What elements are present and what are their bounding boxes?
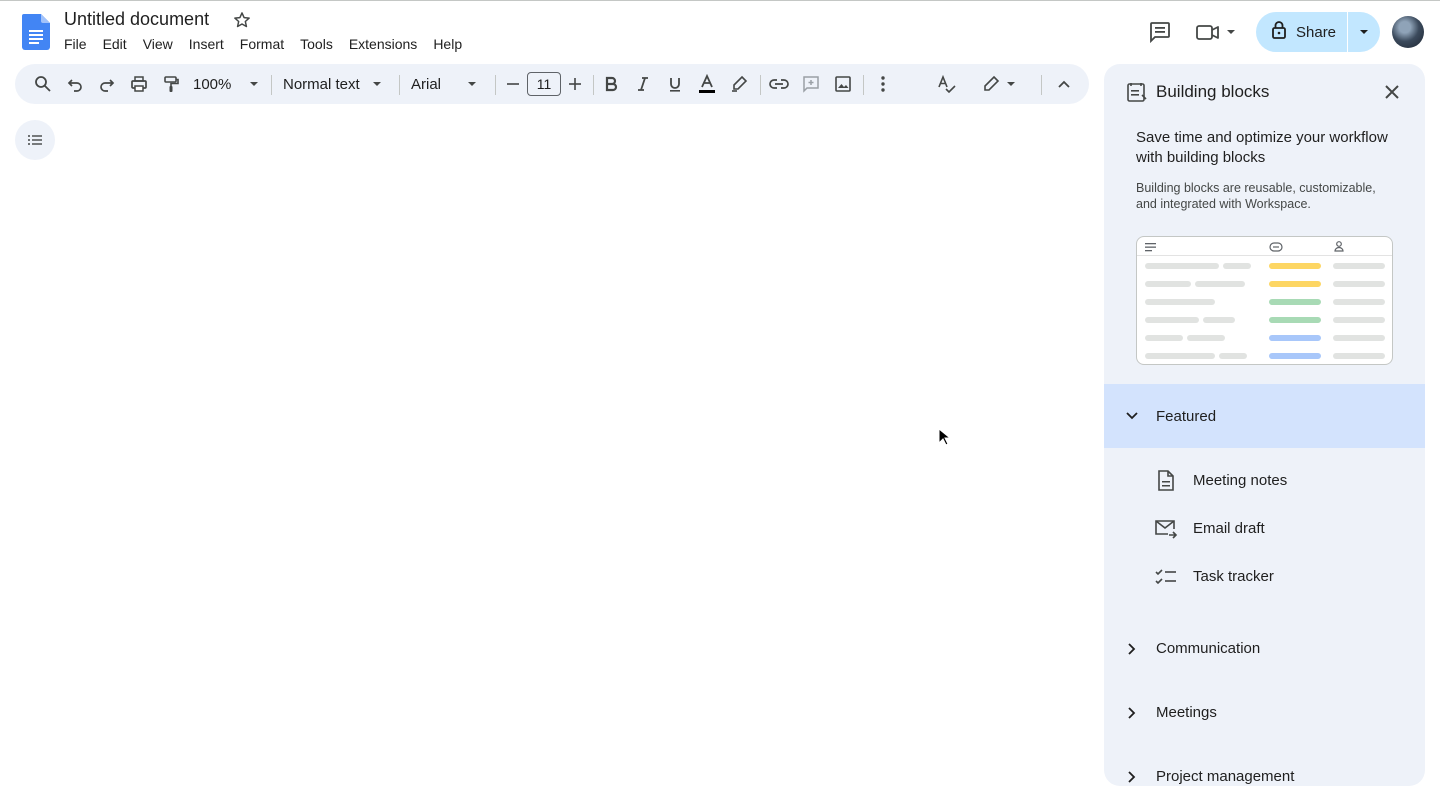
chevron-down-icon [1124, 408, 1140, 424]
share-dropdown-button[interactable] [1348, 12, 1380, 52]
toolbar-divider [271, 75, 272, 95]
chevron-right-icon [1124, 641, 1140, 657]
menu-bar: File Edit View Insert Format Tools Exten… [56, 34, 470, 54]
panel-description: Building blocks are reusable, customizab… [1136, 181, 1376, 211]
item-meeting-notes[interactable]: Meeting notes [1193, 472, 1287, 489]
close-icon[interactable] [1380, 80, 1404, 104]
more-options-icon[interactable] [871, 64, 895, 104]
zoom-value: 100% [193, 75, 232, 93]
building-blocks-panel: Building blocks Save time and optimize y… [1104, 64, 1425, 786]
decrease-font-size-icon[interactable] [503, 64, 523, 104]
menu-insert[interactable]: Insert [181, 34, 232, 54]
toolbar-divider [760, 75, 761, 95]
menu-help[interactable]: Help [425, 34, 470, 54]
menu-view[interactable]: View [135, 34, 181, 54]
caret-down-icon [1007, 82, 1015, 86]
spelling-check-icon[interactable] [935, 64, 959, 104]
toolbar-divider [495, 75, 496, 95]
paragraph-style-select[interactable]: Normal text [283, 64, 387, 104]
paint-format-icon[interactable] [159, 64, 183, 104]
document-title[interactable]: Untitled document [64, 9, 209, 30]
document-icon [1154, 469, 1178, 493]
insert-image-icon[interactable] [831, 64, 855, 104]
comments-icon[interactable] [1146, 18, 1174, 46]
increase-font-size-icon[interactable] [565, 64, 585, 104]
caret-down-icon [468, 82, 477, 86]
font-size-input[interactable]: 11 [527, 72, 561, 96]
chevron-right-icon [1124, 769, 1140, 785]
italic-icon[interactable] [631, 64, 655, 104]
menu-format[interactable]: Format [232, 34, 292, 54]
hide-menus-icon[interactable] [1052, 64, 1076, 104]
docs-logo-icon[interactable] [22, 14, 50, 50]
building-blocks-preview-image [1136, 236, 1393, 365]
section-featured[interactable]: Featured [1104, 384, 1425, 448]
email-send-icon [1154, 517, 1178, 541]
section-label: Project management [1156, 768, 1295, 785]
share-button[interactable]: Share [1256, 12, 1380, 52]
panel-heading: Save time and optimize your workflow wit… [1136, 129, 1388, 166]
add-comment-icon[interactable] [799, 64, 823, 104]
item-email-draft[interactable]: Email draft [1193, 520, 1265, 537]
caret-down-icon [1360, 30, 1368, 34]
search-menus-icon[interactable] [31, 64, 55, 104]
section-label: Communication [1156, 640, 1261, 657]
menu-extensions[interactable]: Extensions [341, 34, 425, 54]
avatar[interactable] [1392, 16, 1424, 48]
outline-list-icon [28, 135, 42, 145]
text-color-icon[interactable] [695, 64, 719, 104]
section-label: Featured [1156, 408, 1217, 425]
pencil-icon [984, 75, 1000, 91]
print-icon[interactable] [127, 64, 151, 104]
toolbar-divider [399, 75, 400, 95]
redo-icon[interactable] [95, 64, 119, 104]
building-blocks-icon [1126, 81, 1148, 108]
undo-icon[interactable] [63, 64, 87, 104]
chevron-right-icon [1124, 705, 1140, 721]
underline-icon[interactable] [663, 64, 687, 104]
meet-icon[interactable] [1192, 18, 1240, 46]
zoom-select[interactable]: 100% [193, 64, 263, 104]
text-lines-icon [1145, 243, 1156, 252]
toolbar-divider [593, 75, 594, 95]
font-value: Arial [411, 75, 442, 93]
caret-down-icon [372, 82, 381, 86]
caret-down-icon [250, 82, 259, 86]
person-icon [1334, 241, 1344, 252]
menu-tools[interactable]: Tools [292, 34, 341, 54]
window-top-border [0, 0, 1440, 1]
insert-link-icon[interactable] [767, 64, 791, 104]
toolbar-divider [1041, 75, 1042, 95]
toolbar-divider [863, 75, 864, 95]
lock-icon [1270, 20, 1288, 45]
toolbar: 100% Normal text Arial 11 [15, 64, 1089, 104]
editing-mode-select[interactable] [979, 64, 1019, 104]
paragraph-style-value: Normal text [283, 75, 360, 93]
menu-edit[interactable]: Edit [95, 34, 135, 54]
item-task-tracker[interactable]: Task tracker [1193, 568, 1274, 585]
font-select[interactable]: Arial [411, 64, 483, 104]
menu-file[interactable]: File [56, 34, 95, 54]
panel-title: Building blocks [1156, 82, 1270, 101]
share-main-button[interactable]: Share [1256, 12, 1348, 52]
document-outline-button[interactable] [15, 120, 55, 160]
section-label: Meetings [1156, 704, 1217, 721]
star-icon[interactable] [232, 10, 252, 30]
bold-icon[interactable] [599, 64, 623, 104]
mouse-cursor-icon [938, 427, 952, 451]
share-label: Share [1296, 23, 1337, 41]
checklist-icon [1154, 565, 1178, 589]
highlight-color-icon[interactable] [727, 64, 751, 104]
dropdown-chip-icon [1269, 242, 1283, 252]
